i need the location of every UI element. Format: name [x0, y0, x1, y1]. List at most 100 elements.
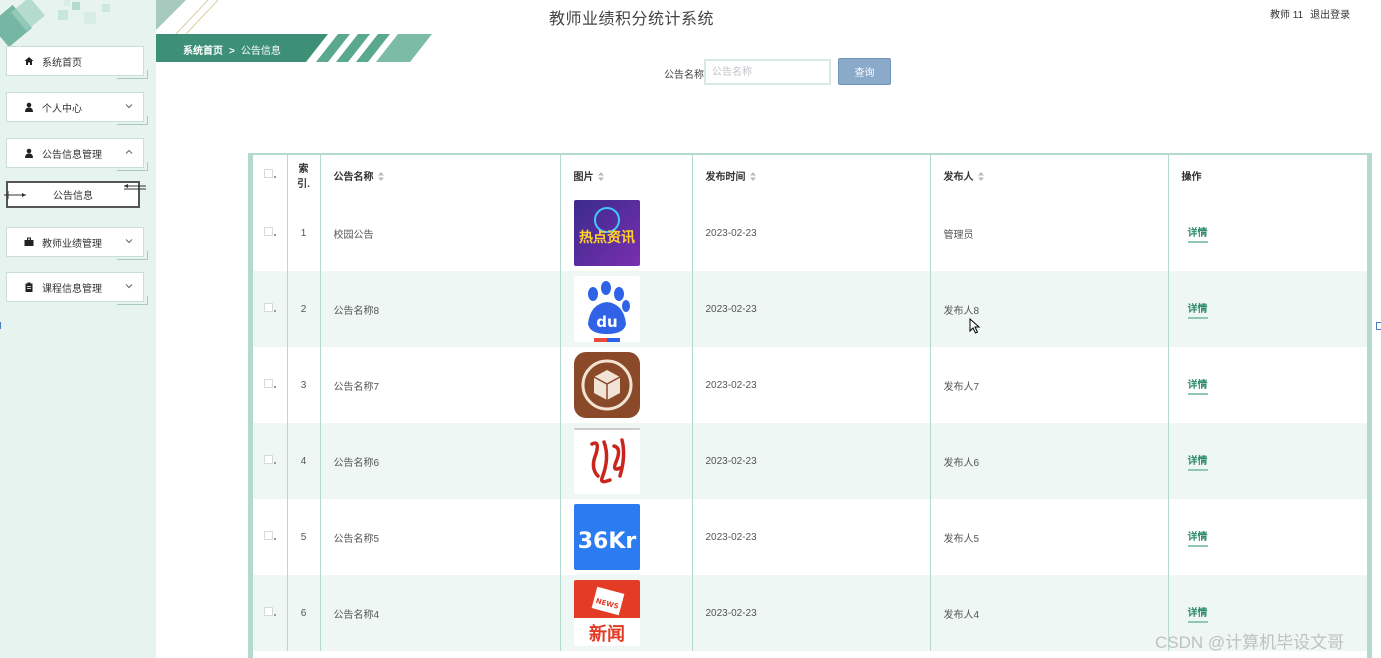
row-publisher: 发布人7: [930, 347, 1169, 423]
row-check-cell: [253, 575, 288, 651]
detail-link[interactable]: 详情: [1187, 604, 1208, 623]
row-checkbox[interactable]: [263, 227, 273, 236]
row-publisher: 管理员: [930, 195, 1169, 271]
news-logo-text: 新闻: [589, 623, 625, 645]
row-index: 3: [287, 347, 321, 423]
breadcrumb-current: 公告信息: [240, 46, 281, 57]
table-row: 2 公告名称8 du 2023-02-23 发布人8 详情: [253, 271, 1367, 347]
detail-link[interactable]: 详情: [1187, 300, 1208, 319]
table-header-row: 索 引. 公告名称 图片 发布时间 发布人 操作: [253, 155, 1367, 195]
select-all-cell: [253, 155, 288, 195]
row-image-cell: du: [560, 271, 693, 347]
detail-link[interactable]: 详情: [1187, 528, 1208, 547]
column-header-time[interactable]: 发布时间: [692, 155, 931, 195]
row-check-cell: [253, 195, 288, 271]
column-header-name[interactable]: 公告名称: [320, 155, 561, 195]
table-row: 1 校园公告 热点资讯 2023-02-23 管理员 详情: [253, 195, 1367, 271]
logout-link[interactable]: 退出登录: [1310, 10, 1350, 21]
sidebar-item-home[interactable]: 系统首页: [6, 46, 148, 79]
row-checkbox[interactable]: [263, 607, 273, 616]
detail-link[interactable]: 详情: [1187, 224, 1208, 243]
sort-icon[interactable]: [377, 172, 384, 182]
36kr-logo-text: 36Kr: [577, 529, 636, 554]
row-time: 2023-02-23: [692, 195, 931, 271]
watermark: CSDN @计算机毕设文哥: [1155, 633, 1345, 652]
row-index: 6: [287, 575, 321, 651]
row-name: 校园公告: [320, 195, 561, 271]
sort-icon[interactable]: [977, 172, 984, 182]
row-checkbox[interactable]: [263, 379, 273, 388]
sidebar-item-teacher-performance[interactable]: 教师业绩管理: [6, 227, 148, 260]
search-button[interactable]: 查询: [838, 58, 891, 85]
sort-icon[interactable]: [597, 172, 604, 182]
sidebar: 系统首页 个人中心 公告信息管理 公告信息 教师业绩管理 课程信息管理: [0, 0, 156, 658]
chevron-down-icon: [125, 104, 133, 109]
row-name: 公告名称8: [320, 271, 561, 347]
mouse-cursor-icon: [969, 318, 981, 334]
chevron-down-icon: [125, 239, 133, 244]
row-name: 公告名称4: [320, 575, 561, 651]
user-icon: [23, 101, 35, 113]
sidebar-item-personal-center[interactable]: 个人中心: [6, 92, 148, 125]
row-checkbox[interactable]: [263, 531, 273, 540]
sidebar-item-notice-management[interactable]: 公告信息管理: [6, 138, 148, 171]
pin-decoration-icon: [4, 191, 26, 199]
calligraphy-logo: [573, 428, 640, 494]
row-image-cell: 热点资讯: [560, 195, 693, 271]
scroll-marker: [0, 322, 3, 329]
detail-link[interactable]: 详情: [1187, 452, 1208, 471]
sidebar-item-label: 系统首页: [42, 57, 82, 69]
sort-icon[interactable]: [749, 172, 756, 182]
row-publisher: 发布人8: [930, 271, 1169, 347]
column-header-label: 发布人: [943, 171, 974, 183]
row-name: 公告名称5: [320, 499, 561, 575]
search-label: 公告名称: [664, 70, 704, 81]
row-checkbox[interactable]: [263, 455, 273, 464]
row-check-cell: [253, 271, 288, 347]
table-row: 5 公告名称5 36Kr 2023-02-23 发布人5 详情: [253, 499, 1367, 575]
row-name: 公告名称7: [320, 347, 561, 423]
home-icon: [23, 55, 35, 67]
select-all-checkbox[interactable]: [263, 169, 273, 178]
search-input[interactable]: [704, 59, 831, 85]
row-actions: 详情: [1168, 347, 1367, 423]
username: 教师 11: [1270, 10, 1304, 21]
sidebar-item-label: 个人中心: [42, 103, 82, 115]
row-publisher: 发布人6: [930, 423, 1169, 499]
table-row: 4 公告名称6 2023-02-23 发布人6 详情: [253, 423, 1367, 499]
column-header-index: 索 引.: [287, 155, 321, 195]
row-publisher: 发布人4: [930, 575, 1169, 651]
sidebar-subitem-label: 公告信息: [53, 191, 93, 202]
row-image-cell: NEWS 新闻: [560, 575, 693, 651]
row-check-cell: [253, 347, 288, 423]
baidu-logo: du: [573, 276, 640, 342]
row-actions: 详情: [1168, 195, 1367, 271]
column-header-publisher[interactable]: 发布人: [930, 155, 1169, 195]
scroll-marker: [1376, 322, 1381, 330]
column-header-image[interactable]: 图片: [560, 155, 693, 195]
detail-link[interactable]: 详情: [1187, 376, 1208, 395]
sidebar-item-course-management[interactable]: 课程信息管理: [6, 272, 148, 305]
row-check-cell: [253, 423, 288, 499]
column-header-label: 图片: [573, 171, 594, 183]
row-checkbox[interactable]: [263, 303, 273, 312]
row-actions: 详情: [1168, 499, 1367, 575]
row-time: 2023-02-23: [692, 271, 931, 347]
row-image-cell: [560, 423, 693, 499]
header-decoration: [156, 0, 219, 34]
breadcrumb: 系统首页 > 公告信息: [183, 42, 281, 57]
notice-table: 索 引. 公告名称 图片 发布时间 发布人 操作 1 校园公告 热点资讯 202…: [248, 153, 1372, 658]
36kr-logo: 36Kr: [573, 504, 640, 570]
breadcrumb-home[interactable]: 系统首页: [183, 46, 223, 57]
briefcase-icon: [23, 236, 35, 248]
row-index: 4: [287, 423, 321, 499]
row-index: 1: [287, 195, 321, 271]
sidebar-subitem-notice-info[interactable]: 公告信息: [4, 181, 146, 208]
clipboard-icon: [23, 281, 35, 293]
row-time: 2023-02-23: [692, 423, 931, 499]
row-image-cell: 36Kr: [560, 499, 693, 575]
sidebar-item-label: 公告信息管理: [42, 149, 102, 161]
hot-news-logo-text: 热点资讯: [579, 229, 635, 246]
user-info: 教师 11 退出登录: [1270, 6, 1357, 21]
chevron-down-icon: [125, 284, 133, 289]
